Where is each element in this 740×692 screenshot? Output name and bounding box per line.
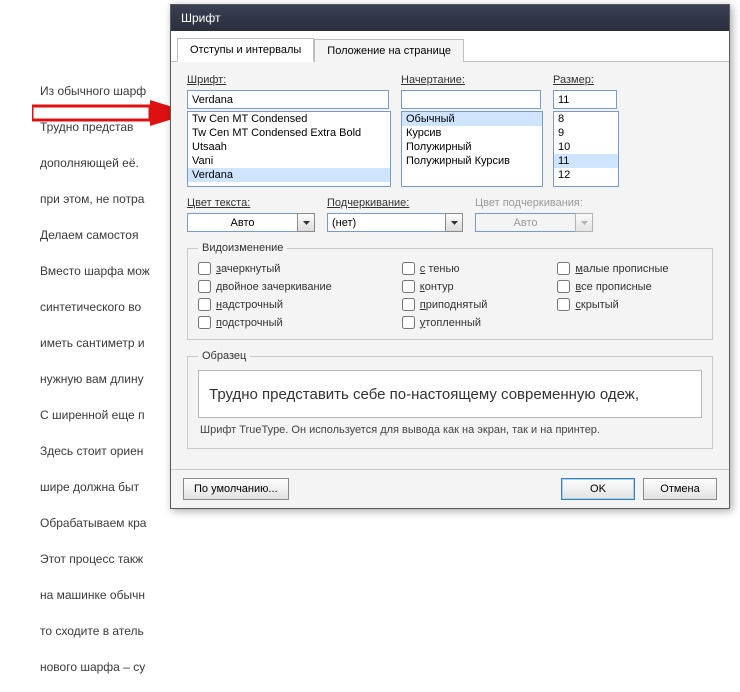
default-button[interactable]: По умолчанию... (183, 478, 289, 500)
font-listbox[interactable]: Tw Cen MT CondensedTw Cen MT Condensed E… (187, 111, 391, 187)
size-listbox[interactable]: 89101112 (553, 111, 619, 187)
effect-checkbox[interactable]: с тенью (402, 262, 488, 275)
ul-color-label: Цвет подчеркивания: (475, 197, 593, 209)
list-item[interactable]: Vani (188, 154, 390, 168)
effect-checkbox[interactable]: двойное зачеркивание (198, 280, 332, 293)
font-dialog: Шрифт Отступы и интервалы Положение на с… (170, 4, 730, 509)
effect-checkbox[interactable]: утопленный (402, 316, 488, 329)
ul-color-value (475, 213, 575, 232)
size-input[interactable] (553, 90, 617, 109)
font-hint: Шрифт TrueType. Он используется для выво… (200, 424, 700, 436)
color-value[interactable] (187, 213, 297, 232)
list-item[interactable]: Курсив (402, 126, 542, 140)
checkbox[interactable] (402, 316, 415, 329)
list-item[interactable]: 8 (554, 112, 618, 126)
effect-checkbox[interactable]: зачеркнутый (198, 262, 332, 275)
list-item[interactable]: 9 (554, 126, 618, 140)
list-item[interactable]: 10 (554, 140, 618, 154)
list-item[interactable]: Полужирный Курсив (402, 154, 542, 168)
underline-label: Подчеркивание: (327, 197, 463, 209)
effect-checkbox[interactable]: скрытый (557, 298, 668, 311)
background-text: Обрабатываем кра (40, 512, 220, 534)
effect-checkbox[interactable]: подстрочный (198, 316, 332, 329)
list-item[interactable]: Полужирный (402, 140, 542, 154)
list-item[interactable]: Tw Cen MT Condensed (188, 112, 390, 126)
style-listbox[interactable]: ОбычныйКурсивПолужирныйПолужирный Курсив (401, 111, 543, 187)
checkbox[interactable] (198, 262, 211, 275)
list-item[interactable]: Обычный (402, 112, 542, 126)
dropdown-icon[interactable] (445, 213, 463, 232)
sample-group: Образец Трудно представить себе по-насто… (187, 350, 713, 449)
effect-checkbox[interactable]: все прописные (557, 280, 668, 293)
list-item[interactable]: 12 (554, 168, 618, 182)
color-label: Цвет текста: (187, 197, 315, 209)
list-item[interactable]: Utsaah (188, 140, 390, 154)
color-combo[interactable] (187, 213, 315, 232)
style-label: Начертание: (401, 74, 541, 86)
effect-checkbox[interactable]: контур (402, 280, 488, 293)
tab-strip: Отступы и интервалы Положение на страниц… (171, 31, 729, 62)
ok-button[interactable]: OK (561, 478, 635, 500)
checkbox[interactable] (402, 298, 415, 311)
underline-value[interactable] (327, 213, 445, 232)
tab-indents[interactable]: Отступы и интервалы (177, 38, 314, 62)
effects-group: Видоизменение зачеркнутый двойное зачерки… (187, 242, 713, 340)
checkbox[interactable] (402, 280, 415, 293)
checkbox[interactable] (198, 298, 211, 311)
sample-preview: Трудно представить себе по-настоящему со… (198, 370, 702, 418)
cancel-button[interactable]: Отмена (643, 478, 717, 500)
list-item[interactable]: Verdana (188, 168, 390, 182)
effects-legend: Видоизменение (198, 242, 287, 254)
dropdown-icon[interactable] (297, 213, 315, 232)
effect-checkbox[interactable]: приподнятый (402, 298, 488, 311)
dropdown-icon (575, 213, 593, 232)
background-text: нового шарфа – су (40, 656, 220, 678)
background-text: на машинке обычн (40, 584, 220, 606)
font-label: Шрифт: (187, 74, 389, 86)
background-text: то сходите в атель (40, 620, 220, 642)
checkbox[interactable] (557, 298, 570, 311)
ul-color-combo (475, 213, 593, 232)
list-item[interactable]: 11 (554, 154, 618, 168)
background-text: Этот процесс такж (40, 548, 220, 570)
size-label: Размер: (553, 74, 617, 86)
dialog-titlebar[interactable]: Шрифт (171, 5, 729, 31)
font-input[interactable] (187, 90, 389, 109)
tab-page-position[interactable]: Положение на странице (314, 39, 464, 62)
checkbox[interactable] (557, 262, 570, 275)
checkbox[interactable] (198, 280, 211, 293)
effect-checkbox[interactable]: надстрочный (198, 298, 332, 311)
checkbox[interactable] (402, 262, 415, 275)
underline-combo[interactable] (327, 213, 463, 232)
sample-legend: Образец (198, 350, 250, 362)
style-input[interactable] (401, 90, 541, 109)
checkbox[interactable] (557, 280, 570, 293)
checkbox[interactable] (198, 316, 211, 329)
list-item[interactable]: Tw Cen MT Condensed Extra Bold (188, 126, 390, 140)
effect-checkbox[interactable]: малые прописные (557, 262, 668, 275)
